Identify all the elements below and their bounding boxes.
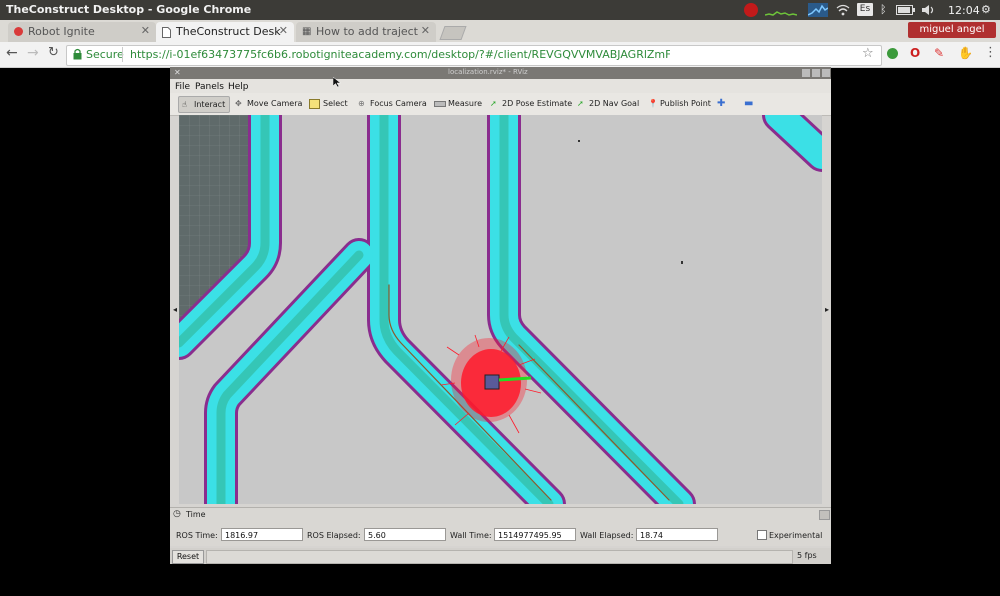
clock[interactable]: 12:04: [948, 4, 980, 17]
tool-2d-pose-estimate[interactable]: ➚ 2D Pose Estimate: [488, 96, 572, 111]
map-pin-icon: 📍: [648, 99, 658, 108]
menu-help[interactable]: Help: [228, 82, 249, 92]
close-tab-icon[interactable]: ✕: [141, 24, 150, 37]
ros-elapsed-field[interactable]: 5.60: [364, 528, 446, 541]
rviz-window-title: localization.rviz* - RViz: [448, 68, 528, 76]
rviz-maximize-icon[interactable]: [812, 69, 820, 77]
power-gear-icon[interactable]: ⚙: [981, 3, 991, 16]
experimental-label: Experimental: [769, 531, 823, 540]
extension-green-icon[interactable]: [887, 48, 898, 59]
tab-theconstruct-desktop[interactable]: TheConstruct Desk ✕: [156, 22, 294, 42]
bookmark-star-icon[interactable]: ☆: [862, 46, 874, 61]
tab-how-to-add-trajectory[interactable]: ▦ How to add traject ✕: [296, 22, 436, 42]
tool-move-camera[interactable]: ✥ Move Camera: [233, 96, 303, 111]
robot-heading-arrow: [498, 376, 532, 382]
time-panel-header: [170, 507, 831, 524]
tool-focus-camera[interactable]: ⊕ Focus Camera: [356, 96, 430, 111]
rviz-close-icon[interactable]: ✕: [174, 68, 181, 77]
wall-time-field[interactable]: 1514977495.95: [494, 528, 576, 541]
right-panel-toggle-icon[interactable]: ▸: [825, 305, 829, 315]
reload-icon[interactable]: ↻: [48, 45, 59, 60]
tool-2d-nav-goal[interactable]: ➚ 2D Nav Goal: [575, 96, 641, 111]
close-tab-icon[interactable]: ✕: [421, 24, 430, 37]
back-arrow-icon[interactable]: ←: [6, 45, 18, 61]
ros-time-label: ROS Time:: [176, 531, 218, 540]
tab-label: How to add traject: [316, 25, 418, 38]
rviz-minimize-icon[interactable]: [802, 69, 810, 77]
reset-button[interactable]: Reset: [172, 550, 204, 564]
clock-icon: ◷: [173, 509, 181, 519]
ruler-icon: [434, 101, 446, 107]
time-panel-undock-icon[interactable]: [819, 510, 830, 520]
remove-tool-icon[interactable]: ▬: [744, 96, 760, 111]
page-favicon-icon: [162, 27, 171, 38]
status-message-area: [206, 550, 793, 564]
volume-icon[interactable]: [922, 4, 936, 16]
robot-ignite-favicon-icon: [14, 27, 23, 36]
left-panel-toggle-icon[interactable]: ◂: [173, 305, 177, 315]
tool-publish-point[interactable]: 📍 Publish Point: [646, 96, 711, 111]
hand-icon: ☝: [182, 100, 187, 109]
wifi-icon[interactable]: [836, 4, 850, 16]
grid-favicon-icon: ▦: [302, 26, 312, 37]
tab-label: TheConstruct Desk: [176, 25, 281, 38]
lock-icon: [73, 48, 82, 60]
opera-extension-icon[interactable]: O: [910, 46, 920, 60]
tool-measure[interactable]: Measure: [432, 96, 482, 111]
mouse-cursor-icon: [333, 77, 341, 87]
fps-indicator: 5 fps: [797, 551, 817, 560]
chrome-menu-icon[interactable]: ⋮: [984, 45, 997, 60]
hand-extension-icon[interactable]: ✋: [958, 46, 973, 60]
rviz-restore-icon[interactable]: [822, 69, 830, 77]
time-panel-title: Time: [186, 510, 206, 519]
add-tool-icon[interactable]: ✚: [717, 96, 731, 111]
os-window-title: TheConstruct Desktop - Google Chrome: [6, 3, 252, 16]
rviz-menubar: [170, 79, 831, 93]
network-graph-icon[interactable]: [808, 3, 828, 17]
tab-label: Robot Ignite: [28, 25, 95, 38]
ros-time-field[interactable]: 1816.97: [221, 528, 303, 541]
system-monitor-icon[interactable]: [765, 5, 797, 17]
wall-elapsed-field[interactable]: 18.74: [636, 528, 718, 541]
close-tab-icon[interactable]: ✕: [279, 24, 288, 37]
url-text[interactable]: https://i-01ef63473775fc6b6.robotignitea…: [130, 48, 670, 61]
menu-file[interactable]: File: [175, 82, 190, 92]
costmap-render[interactable]: [179, 115, 822, 504]
forward-arrow-icon[interactable]: →: [27, 45, 39, 61]
ros-elapsed-label: ROS Elapsed:: [307, 531, 361, 540]
green-arrow-icon: ➚: [577, 99, 584, 108]
crosshair-icon: ⊕: [358, 99, 365, 108]
paint-extension-icon[interactable]: ✎: [934, 46, 944, 60]
tool-interact[interactable]: ☝ Interact: [178, 96, 230, 113]
rviz-3d-viewport[interactable]: [179, 115, 822, 504]
tab-robot-ignite[interactable]: Robot Ignite ✕: [8, 22, 156, 42]
robot-model[interactable]: [484, 374, 500, 390]
omnibox-divider: [122, 47, 123, 62]
record-indicator-icon[interactable]: [744, 3, 758, 17]
experimental-checkbox[interactable]: [757, 530, 767, 540]
secure-label: Secure: [86, 48, 124, 61]
wall-elapsed-label: Wall Elapsed:: [580, 531, 634, 540]
green-arrow-icon: ➚: [490, 99, 497, 108]
move-camera-icon: ✥: [235, 99, 242, 108]
select-box-icon: [309, 99, 320, 109]
wall-time-label: Wall Time:: [450, 531, 492, 540]
menu-panels[interactable]: Panels: [195, 82, 224, 92]
tool-select[interactable]: Select: [307, 96, 357, 111]
keyboard-layout-indicator[interactable]: Es: [857, 3, 873, 16]
bluetooth-icon[interactable]: ᛒ: [880, 3, 887, 19]
battery-icon[interactable]: [896, 5, 916, 15]
profile-badge[interactable]: miguel angel: [908, 22, 996, 38]
